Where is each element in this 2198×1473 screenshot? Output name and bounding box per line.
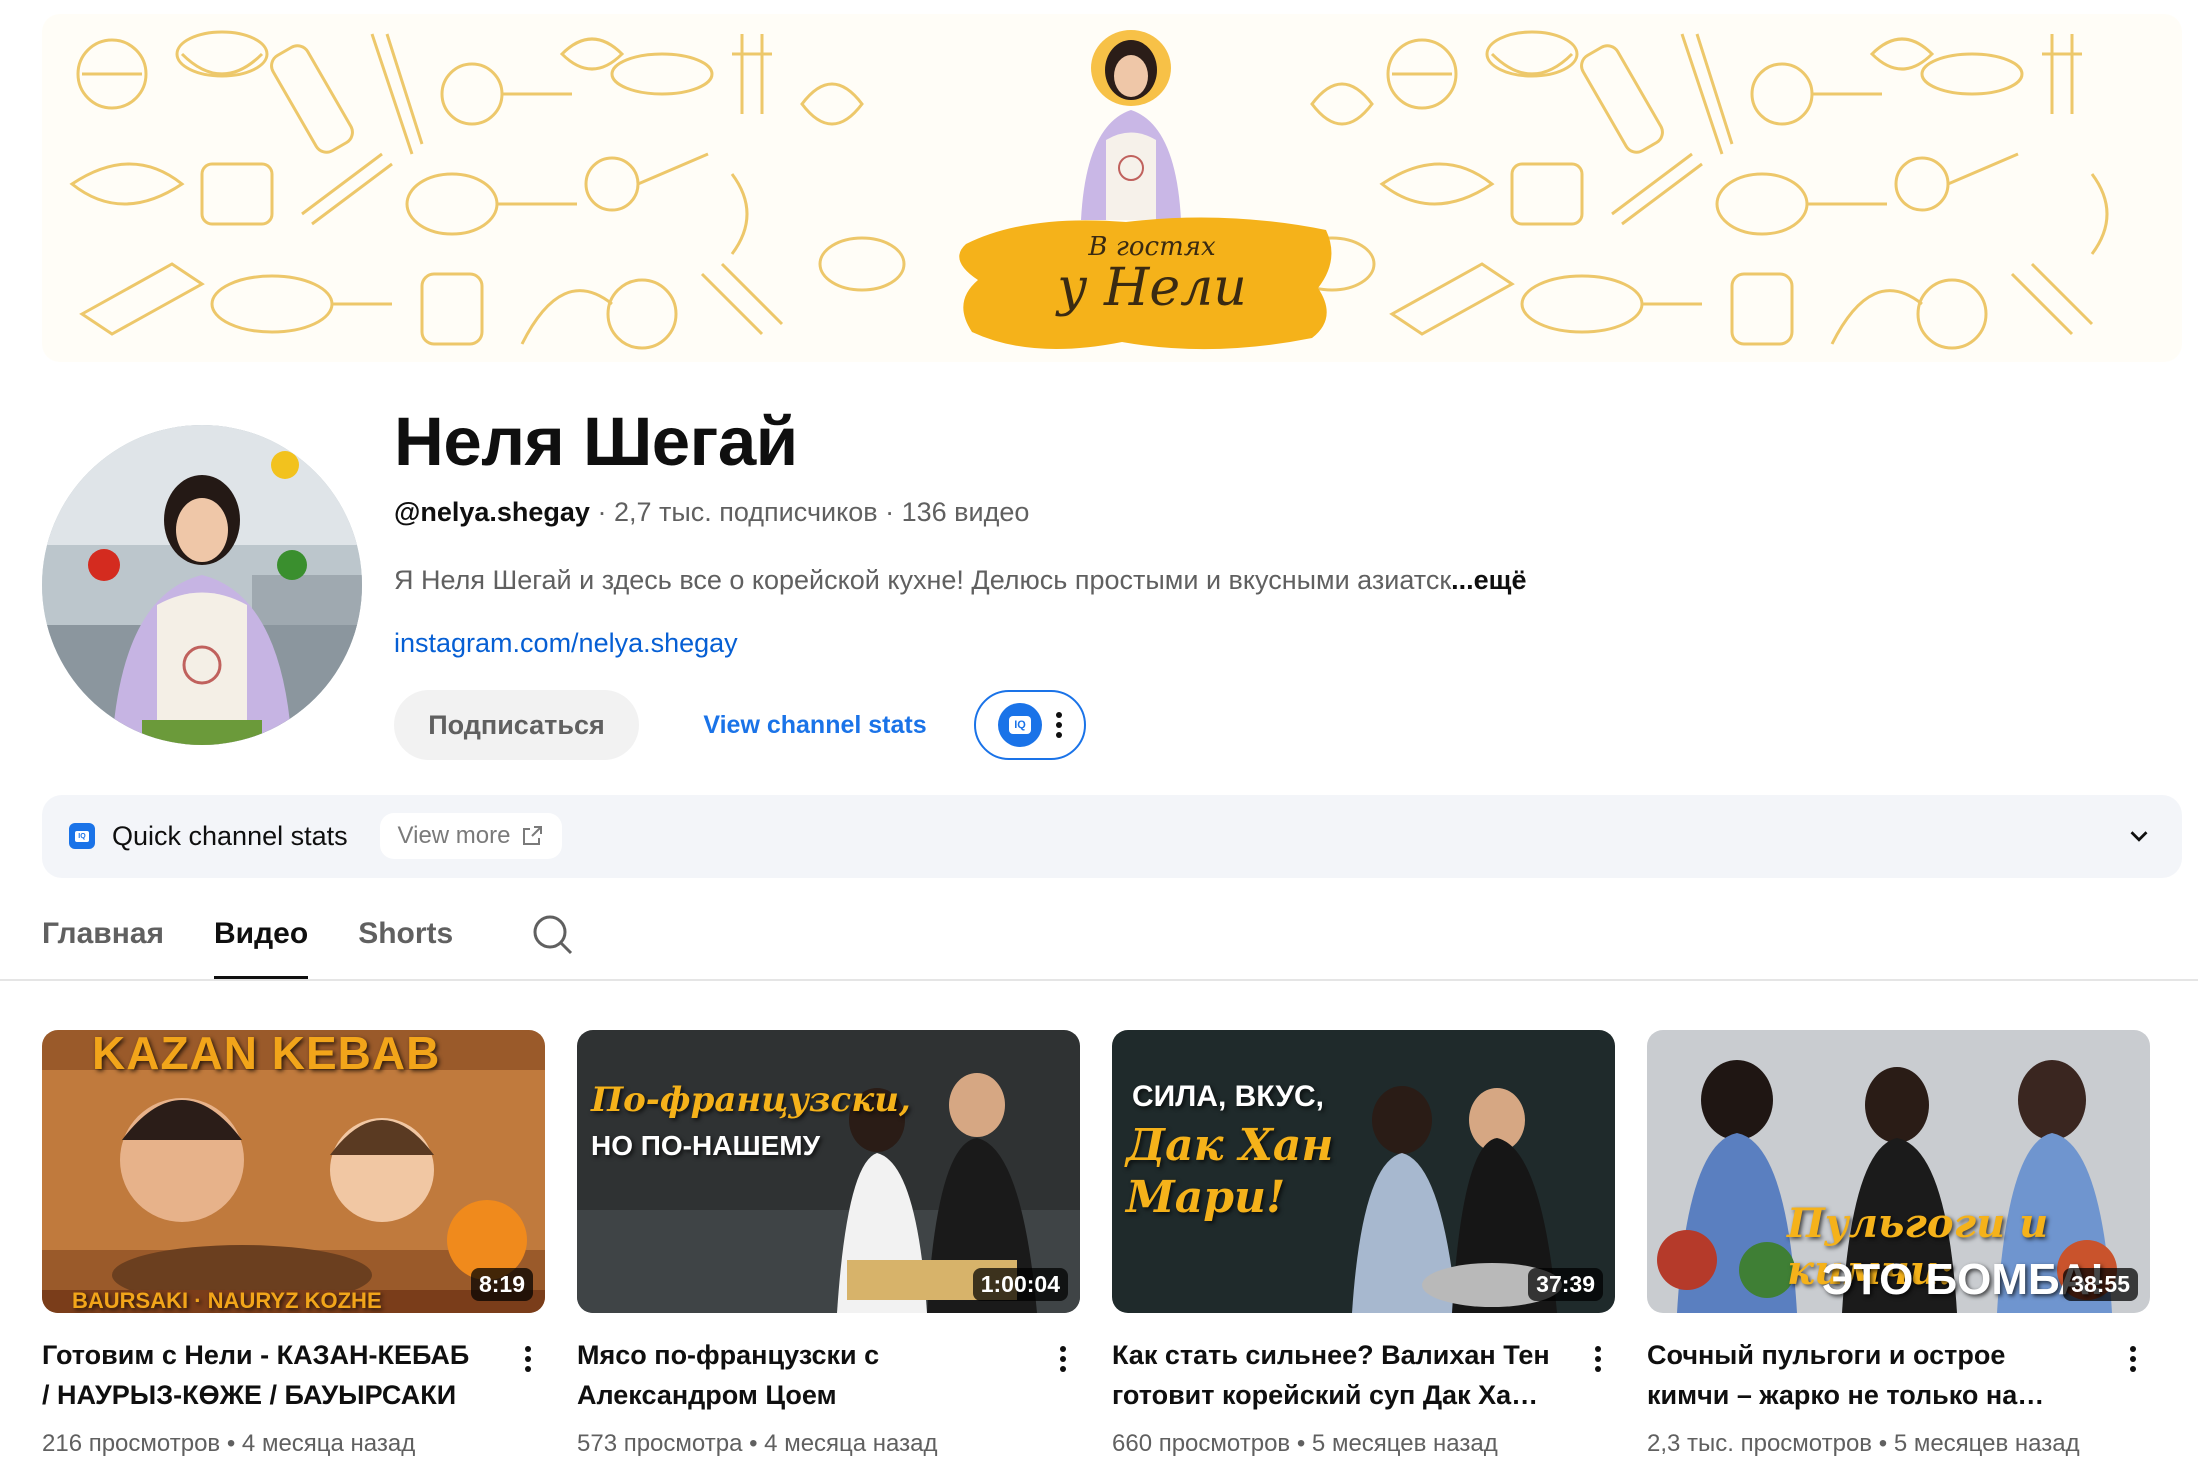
channel-meta: @nelya.shegay · 2,7 тыс. подписчиков · 1… bbox=[394, 497, 1029, 528]
instagram-link[interactable]: instagram.com/nelya.shegay bbox=[394, 628, 738, 659]
quick-stats-label: Quick channel stats bbox=[112, 821, 348, 851]
thumbnail-text-bottom: НО ПО-НАШЕМУ bbox=[591, 1130, 821, 1161]
host-portrait-illustration bbox=[1081, 30, 1181, 220]
video-duration: 38:55 bbox=[2063, 1268, 2138, 1301]
thumbnail-text-top: СИЛА, ВКУС, bbox=[1132, 1080, 1324, 1113]
search-icon[interactable] bbox=[528, 910, 576, 958]
more-vert-icon bbox=[1056, 712, 1062, 738]
view-more-button[interactable]: View more bbox=[380, 813, 562, 859]
video-duration: 8:19 bbox=[470, 1268, 533, 1301]
thumbnail-text-bottom: BAURSAKI · NAURYZ KOZHE bbox=[72, 1288, 382, 1313]
meta-separator: · bbox=[885, 497, 895, 527]
thumbnail-text-top: KAZAN KEBAB bbox=[92, 1030, 441, 1079]
channel-tabs: Главная Видео Shorts bbox=[42, 910, 576, 980]
description-more-link[interactable]: ...ещё bbox=[1451, 565, 1526, 595]
video-menu-icon[interactable] bbox=[1595, 1346, 1601, 1372]
video-card[interactable]: Пульгоги и кимчи: ЭТО БОМБА! 38:55 Сочны… bbox=[1647, 1030, 2150, 1457]
video-meta: 2,3 тыс. просмотров • 5 месяцев назад bbox=[1647, 1430, 2080, 1457]
video-duration: 1:00:04 bbox=[972, 1268, 1068, 1301]
channel-banner: В гостях у Нели bbox=[42, 14, 2182, 362]
video-thumbnail[interactable]: По-французски, НО ПО-НАШЕМУ 1:00:04 bbox=[577, 1030, 1080, 1313]
iq-extension-button[interactable]: IQ bbox=[974, 690, 1086, 760]
video-thumbnail[interactable]: СИЛА, ВКУС, Дак Хан Мари! 37:39 bbox=[1112, 1030, 1615, 1313]
video-count: 136 видео bbox=[901, 497, 1030, 527]
chevron-down-icon[interactable] bbox=[2124, 821, 2154, 851]
meta-separator: · bbox=[597, 497, 607, 527]
iq-logo-icon: IQ bbox=[998, 703, 1042, 747]
thumbnail-text-bottom: ЭТО БОМБА! bbox=[1822, 1255, 2105, 1304]
iq-logo-icon: IQ bbox=[69, 823, 95, 849]
video-meta: 216 просмотров • 4 месяца назад bbox=[42, 1430, 416, 1457]
external-link-icon bbox=[523, 826, 543, 845]
video-thumbnail[interactable]: KAZAN KEBAB BAURSAKI · NAURYZ KOZHE 8:19 bbox=[42, 1030, 545, 1313]
video-views: 216 просмотров bbox=[42, 1430, 221, 1457]
video-meta: 660 просмотров • 5 месяцев назад bbox=[1112, 1430, 1498, 1457]
channel-handle: @nelya.shegay bbox=[394, 497, 590, 527]
video-views: 660 просмотров bbox=[1112, 1430, 1291, 1457]
tab-home[interactable]: Главная bbox=[42, 910, 164, 980]
thumbnail-text-top: По-французски, bbox=[591, 1080, 911, 1120]
channel-avatar[interactable] bbox=[42, 425, 362, 745]
video-age: 4 месяца назад bbox=[764, 1430, 938, 1457]
view-channel-stats-button[interactable]: View channel stats bbox=[690, 690, 940, 760]
video-title[interactable]: Готовим с Нели - КАЗАН-КЕБАБ / НАУРЫЗ-КӨ… bbox=[42, 1335, 482, 1415]
video-age: 5 месяцев назад bbox=[1311, 1430, 1498, 1457]
video-card[interactable]: KAZAN KEBAB BAURSAKI · NAURYZ KOZHE 8:19… bbox=[42, 1030, 545, 1457]
video-age: 5 месяцев назад bbox=[1893, 1430, 2080, 1457]
video-card[interactable]: По-французски, НО ПО-НАШЕМУ 1:00:04 Мясо… bbox=[577, 1030, 1080, 1457]
subscribe-button[interactable]: Подписаться bbox=[394, 690, 639, 760]
video-title[interactable]: Как стать сильнее? Валихан Тен готовит к… bbox=[1112, 1335, 1552, 1415]
view-more-label: View more bbox=[397, 822, 511, 849]
banner-script-line2: у Нели bbox=[1057, 258, 1247, 318]
banner-script-title: В гостях у Нели bbox=[967, 232, 1337, 318]
tab-shorts[interactable]: Shorts bbox=[358, 910, 453, 980]
tabs-divider bbox=[0, 979, 2198, 981]
video-menu-icon[interactable] bbox=[2130, 1346, 2136, 1372]
video-menu-icon[interactable] bbox=[525, 1346, 531, 1372]
quick-channel-stats-bar[interactable]: IQ Quick channel stats View more bbox=[42, 795, 2182, 878]
video-title[interactable]: Мясо по-французски с Александром Цоем bbox=[577, 1335, 1017, 1415]
video-age: 4 месяца назад bbox=[241, 1430, 416, 1457]
video-views: 2,3 тыс. просмотров bbox=[1647, 1430, 1873, 1457]
video-views: 573 просмотра bbox=[577, 1430, 743, 1457]
video-menu-icon[interactable] bbox=[1060, 1346, 1066, 1372]
video-duration: 37:39 bbox=[1528, 1268, 1603, 1301]
video-title[interactable]: Сочный пульгоги и острое кимчи – жарко н… bbox=[1647, 1335, 2087, 1415]
channel-name: Неля Шегай bbox=[394, 403, 798, 480]
avatar-photo bbox=[42, 425, 362, 745]
thumbnail-text-bottom: Дак Хан Мари! bbox=[1126, 1120, 1334, 1223]
tab-videos[interactable]: Видео bbox=[214, 910, 309, 980]
channel-description[interactable]: Я Неля Шегай и здесь все о корейской кух… bbox=[394, 565, 1594, 596]
video-meta: 573 просмотра • 4 месяца назад bbox=[577, 1430, 938, 1457]
video-card[interactable]: СИЛА, ВКУС, Дак Хан Мари! 37:39 Как стат… bbox=[1112, 1030, 1615, 1457]
description-text: Я Неля Шегай и здесь все о корейской кух… bbox=[394, 565, 1452, 595]
video-thumbnail[interactable]: Пульгоги и кимчи: ЭТО БОМБА! 38:55 bbox=[1647, 1030, 2150, 1313]
subscriber-count: 2,7 тыс. подписчиков bbox=[613, 497, 878, 527]
